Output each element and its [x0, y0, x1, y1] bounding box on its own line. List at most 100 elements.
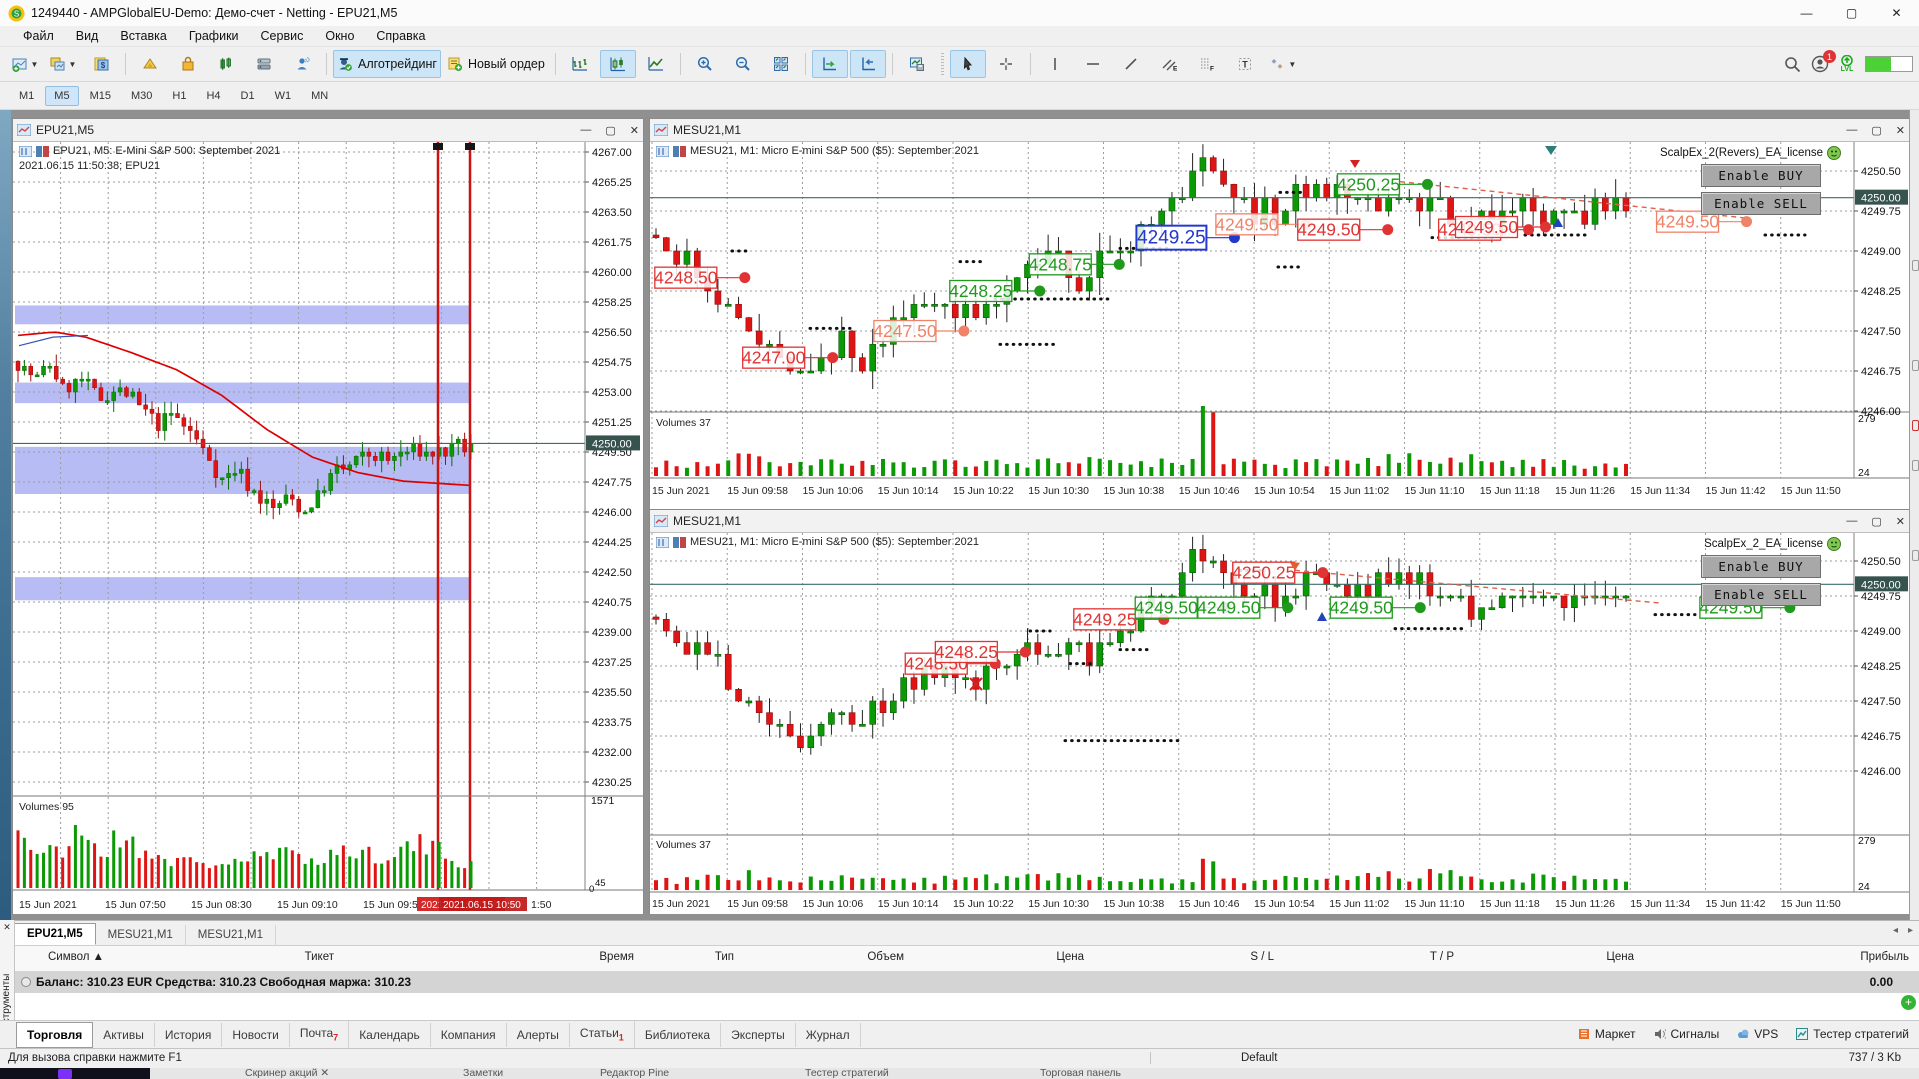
column-header-1[interactable]: Тикет	[305, 951, 334, 963]
chart-close-button[interactable]: ✕	[630, 124, 639, 137]
bottom-tab-Компания[interactable]: Компания	[431, 1022, 507, 1047]
timeframe-M5[interactable]: M5	[45, 85, 79, 106]
left-chart-canvas[interactable]: Volumes 95 1571 450 4267.00 4265.25 4263.50 42…	[13, 142, 643, 914]
toolbox-button[interactable]: $	[83, 50, 119, 78]
status-profile[interactable]: Default	[1150, 1052, 1277, 1064]
algo-trading-button[interactable]: Алготрейдинг	[333, 50, 441, 78]
new-order-plus-icon[interactable]: +	[1901, 995, 1916, 1010]
close-button[interactable]: ✕	[1874, 0, 1919, 26]
enable-sell-button[interactable]: Enable SELL	[1701, 583, 1821, 606]
taskbar-tab-4[interactable]: Торговая панель	[1040, 1068, 1121, 1079]
minimize-button[interactable]: —	[1784, 0, 1829, 26]
column-header-5[interactable]: Цена	[1056, 951, 1084, 963]
tabs-scroll-right[interactable]: ▸	[1908, 925, 1913, 936]
bottom-tab-Библиотека[interactable]: Библиотека	[635, 1022, 722, 1047]
timeframe-H1[interactable]: H1	[163, 86, 195, 106]
lvl-icon[interactable]: LVL	[1839, 55, 1855, 73]
bottom-tab-Журнал[interactable]: Журнал	[796, 1022, 861, 1047]
timeframe-M30[interactable]: M30	[122, 86, 161, 106]
timeframe-MN[interactable]: MN	[302, 86, 337, 106]
chart-restore-button[interactable]: ▢	[1871, 124, 1881, 137]
chart-restore-button[interactable]: ▢	[1871, 515, 1881, 528]
oneclick-mini-icon[interactable]	[673, 536, 686, 548]
account-icon[interactable]: 1	[1811, 50, 1836, 73]
line-chart-button[interactable]	[638, 50, 674, 78]
templates-button[interactable]	[899, 50, 935, 78]
cursor-button[interactable]	[949, 50, 986, 78]
autoscroll-button[interactable]	[811, 50, 848, 78]
new-order-button[interactable]: Новый ордер	[443, 50, 549, 78]
candles-button[interactable]	[599, 50, 636, 78]
zoom-out-button[interactable]	[725, 50, 761, 78]
oneclick-mini-icon[interactable]	[36, 145, 49, 157]
toolbox-tab-1[interactable]: MESU21,M1	[96, 925, 186, 945]
bars-button[interactable]	[562, 50, 598, 78]
menu-Сервис[interactable]: Сервис	[250, 27, 315, 45]
column-header-9[interactable]: Прибыль	[1860, 951, 1909, 963]
channel-button[interactable]: E	[1151, 50, 1187, 78]
column-header-4[interactable]: Объем	[867, 951, 904, 963]
depth-mini-icon[interactable]	[656, 145, 669, 157]
fibonacci-button[interactable]: F	[1189, 50, 1225, 78]
oneclick-mini-icon[interactable]	[673, 145, 686, 157]
new-chart-button[interactable]: ▼	[7, 50, 43, 78]
chart-close-button[interactable]: ✕	[1896, 515, 1905, 528]
balance-expander-icon[interactable]	[21, 977, 31, 987]
bottom-tab-Почта[interactable]: Почта7	[290, 1021, 350, 1048]
bottom-tab-Алерты[interactable]: Алерты	[507, 1022, 570, 1047]
crosshair-button[interactable]	[988, 50, 1024, 78]
trendline-button[interactable]	[1113, 50, 1149, 78]
column-header-0[interactable]: Символ ▲	[48, 951, 104, 963]
text-button[interactable]: T	[1227, 50, 1263, 78]
column-header-3[interactable]: Тип	[715, 951, 734, 963]
bottom-tab-Торговля[interactable]: Торговля	[16, 1021, 94, 1048]
chart-window-titlebar[interactable]: MESU21,M1 — ▢ ✕	[650, 510, 1909, 533]
taskbar-tab-2[interactable]: Редактор Pine	[600, 1068, 669, 1079]
search-icon[interactable]	[1784, 56, 1801, 73]
taskbar-tab-0[interactable]: Скринер акций ✕	[245, 1068, 329, 1079]
servers-button[interactable]	[246, 50, 282, 78]
menu-Окно[interactable]: Окно	[314, 27, 365, 45]
quotes-button[interactable]	[132, 50, 168, 78]
chart-minimize-button[interactable]: —	[580, 124, 591, 136]
chart-window-titlebar[interactable]: EPU21,M5 — ▢ ✕	[13, 119, 643, 142]
toolbox-close-icon[interactable]: ✕	[0, 922, 14, 933]
vline-button[interactable]	[1037, 50, 1073, 78]
timeframe-W1[interactable]: W1	[266, 86, 301, 106]
toolbox-tab-0[interactable]: EPU21,M5	[14, 923, 96, 945]
depth-mini-icon[interactable]	[19, 145, 32, 157]
enable-buy-button[interactable]: Enable BUY	[1701, 555, 1821, 578]
column-header-2[interactable]: Время	[599, 951, 634, 963]
taskbar-tab-1[interactable]: Заметки	[463, 1068, 503, 1079]
timeframe-M1[interactable]: M1	[10, 86, 43, 106]
bottom-tab-Новости[interactable]: Новости	[222, 1022, 290, 1047]
chart-minimize-button[interactable]: —	[1846, 124, 1857, 136]
service-Сигналы[interactable]: Сигналы	[1654, 1027, 1719, 1041]
service-Тестер стратегий[interactable]: Тестер стратегий	[1796, 1027, 1909, 1041]
chart-body[interactable]: 4248.50 4247.00 4247.50 4248.25 4248.75 4249.…	[650, 142, 1909, 509]
chart-shift-button[interactable]	[849, 50, 886, 78]
service-VPS[interactable]: VPS	[1737, 1027, 1778, 1041]
enable-buy-button[interactable]: Enable BUY	[1701, 164, 1821, 187]
bottom-tab-Эксперты[interactable]: Эксперты	[721, 1022, 796, 1047]
timeframe-D1[interactable]: D1	[232, 86, 264, 106]
chart-minimize-button[interactable]: —	[1846, 515, 1857, 527]
menu-Вид[interactable]: Вид	[65, 27, 110, 45]
market-button[interactable]	[170, 50, 206, 78]
tabs-scroll-left[interactable]: ◂	[1893, 925, 1898, 936]
toolbox-tab-2[interactable]: MESU21,M1	[186, 925, 276, 945]
timeframe-H4[interactable]: H4	[197, 86, 229, 106]
bottom-tab-Активы[interactable]: Активы	[93, 1022, 155, 1047]
zoom-in-button[interactable]	[687, 50, 723, 78]
profiles-button[interactable]: ▼	[45, 50, 81, 78]
chart-body[interactable]: 4248.50 4248.25 4249.25 4249.50 4249.50 4250.…	[650, 533, 1909, 914]
community-button[interactable]	[284, 50, 320, 78]
menu-Вставка[interactable]: Вставка	[109, 27, 177, 45]
tile-windows-button[interactable]	[763, 50, 799, 78]
depth-button[interactable]	[208, 50, 244, 78]
menu-Графики[interactable]: Графики	[178, 27, 250, 45]
menu-Справка[interactable]: Справка	[365, 27, 436, 45]
taskbar-app-icon[interactable]	[58, 1069, 72, 1079]
bottom-tab-Статьи[interactable]: Статьи1	[570, 1021, 635, 1048]
chart-restore-button[interactable]: ▢	[605, 124, 615, 137]
